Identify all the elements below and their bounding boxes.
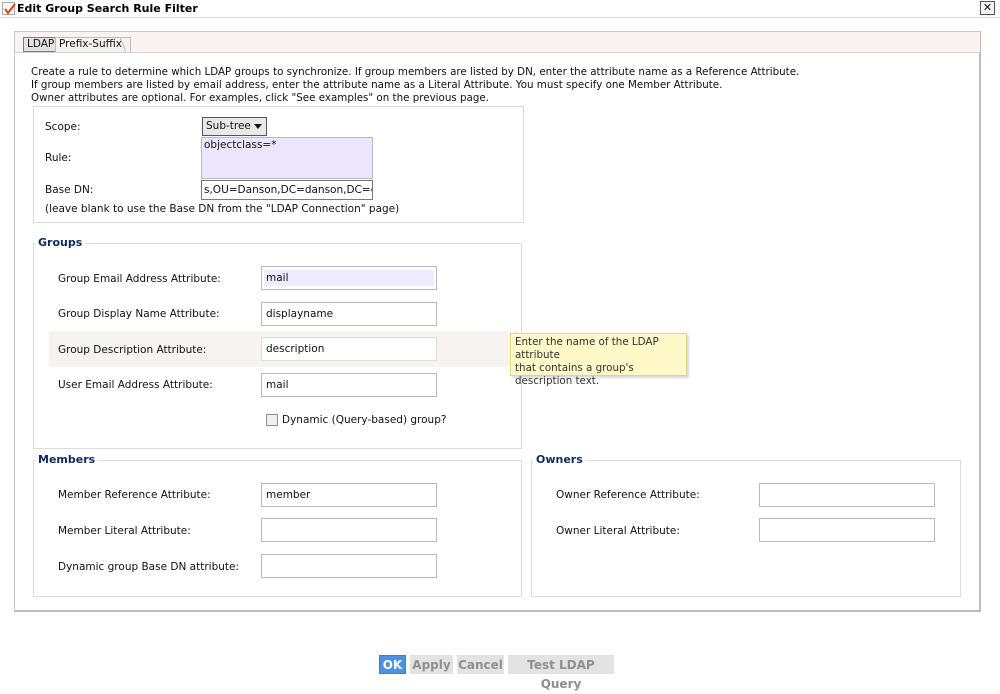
ok-button[interactable]: OK — [379, 655, 406, 674]
rule-textarea[interactable]: objectclass=* — [201, 137, 373, 179]
tab-strip — [15, 32, 980, 53]
tab-ldap[interactable]: LDAP — [23, 37, 59, 52]
user-email-label: User Email Address Attribute: — [58, 379, 213, 391]
dynamic-group-label: Dynamic (Query-based) group? — [282, 414, 447, 426]
window-title: Edit Group Search Rule Filter — [17, 2, 198, 15]
cancel-button[interactable]: Cancel — [457, 655, 504, 674]
chevron-down-icon — [254, 124, 262, 129]
owner-ref-input[interactable] — [759, 483, 935, 507]
dynamic-group-checkbox[interactable] — [266, 414, 278, 426]
base-dn-label: Base DN: — [45, 184, 94, 196]
intro-line-1: Create a rule to determine which LDAP gr… — [31, 66, 800, 78]
tooltip-line-3: description text. — [515, 375, 600, 387]
help-tooltip: Enter the name of the LDAP attribute tha… — [510, 333, 687, 387]
user-email-input[interactable]: mail — [261, 373, 437, 397]
group-display-label: Group Display Name Attribute: — [58, 308, 220, 320]
close-button[interactable]: ✕ — [980, 1, 995, 15]
owner-ref-label: Owner Reference Attribute: — [556, 489, 700, 501]
rule-label: Rule: — [45, 152, 72, 164]
intro-line-3: Owner attributes are optional. For examp… — [31, 92, 489, 104]
group-email-input[interactable]: mail — [261, 266, 437, 290]
member-literal-label: Member Literal Attribute: — [58, 525, 191, 537]
edit-check-icon — [2, 2, 16, 15]
test-ldap-query-button[interactable]: Test LDAP Query — [508, 655, 614, 691]
dyn-base-dn-input[interactable] — [261, 554, 437, 578]
base-dn-input[interactable]: s,OU=Danson,DC=danson,DC=com — [201, 180, 373, 200]
intro-line-2: If group members are listed by email add… — [31, 79, 723, 91]
members-legend: Members — [35, 453, 99, 466]
member-ref-input[interactable]: member — [261, 483, 437, 507]
group-desc-label: Group Description Attribute: — [58, 344, 207, 356]
tooltip-line-2: that contains a group's — [515, 362, 634, 374]
scope-select[interactable]: Sub-tree — [202, 117, 267, 136]
owner-literal-input[interactable] — [759, 518, 935, 542]
scope-value: Sub-tree — [206, 120, 251, 132]
dyn-base-dn-label: Dynamic group Base DN attribute: — [58, 561, 239, 573]
group-desc-input[interactable]: description — [261, 337, 437, 361]
owners-legend: Owners — [533, 453, 586, 466]
tooltip-line-1: Enter the name of the LDAP attribute — [515, 336, 659, 361]
member-ref-label: Member Reference Attribute: — [58, 489, 211, 501]
base-dn-hint: (leave blank to use the Base DN from the… — [45, 203, 400, 215]
groups-legend: Groups — [35, 236, 86, 249]
scope-label: Scope: — [45, 121, 81, 133]
group-display-input[interactable]: displayname — [261, 302, 437, 326]
apply-button[interactable]: Apply — [410, 655, 453, 674]
owner-literal-label: Owner Literal Attribute: — [556, 525, 680, 537]
group-email-label: Group Email Address Attribute: — [58, 273, 221, 285]
tab-edge — [120, 37, 126, 52]
member-literal-input[interactable] — [261, 518, 437, 542]
